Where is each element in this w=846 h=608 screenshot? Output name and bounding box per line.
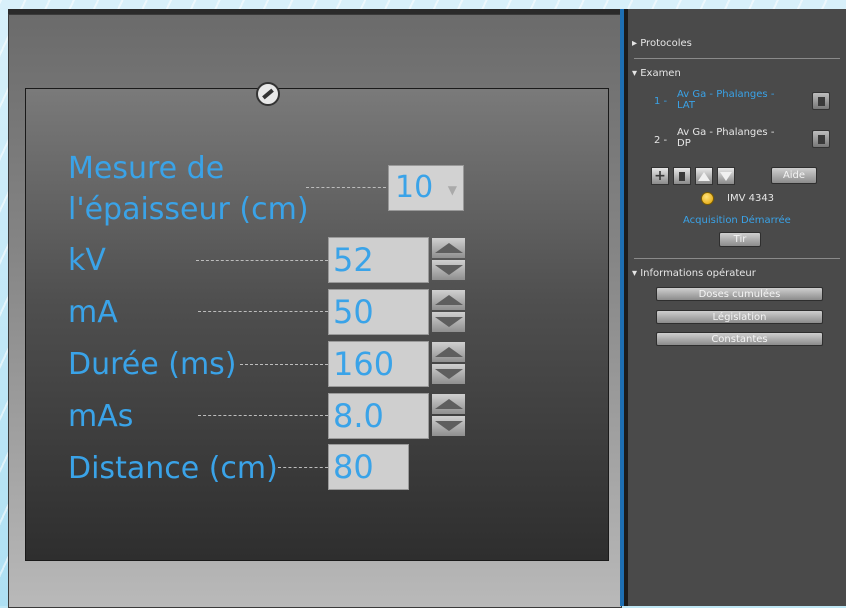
arrow-down-icon[interactable] bbox=[432, 364, 465, 384]
help-button[interactable]: Aide bbox=[771, 167, 817, 184]
exam-index-1: 1 - bbox=[654, 96, 668, 107]
leader-line bbox=[196, 260, 328, 261]
distance-label: Distance (cm) bbox=[68, 451, 278, 486]
leader-line bbox=[278, 467, 328, 468]
chevron-down-icon: ▼ bbox=[447, 183, 457, 197]
trash-glyph bbox=[679, 171, 685, 181]
exam-item-2-line2[interactable]: DP bbox=[677, 138, 691, 149]
arrow-up-icon[interactable] bbox=[432, 290, 465, 310]
kv-value: 52 bbox=[333, 241, 374, 279]
exam-item-1-line2[interactable]: LAT bbox=[677, 100, 695, 111]
fire-button[interactable]: Tir bbox=[719, 232, 761, 247]
duration-stepper[interactable] bbox=[432, 342, 465, 386]
arrow-down-icon[interactable] bbox=[432, 312, 465, 332]
trash-icon[interactable] bbox=[812, 130, 830, 148]
ruler-icon[interactable] bbox=[256, 82, 280, 106]
ma-label: mA bbox=[68, 295, 118, 330]
operator-info-header[interactable]: ▾ Informations opérateur bbox=[632, 268, 756, 279]
mas-field[interactable]: 8.0 bbox=[328, 393, 429, 439]
plus-icon[interactable]: + bbox=[651, 167, 669, 185]
arrow-up-icon[interactable] bbox=[695, 167, 713, 185]
status-indicator bbox=[701, 192, 714, 205]
device-name: IMV 4343 bbox=[727, 193, 775, 204]
distance-value: 80 bbox=[333, 448, 374, 486]
mas-label: mAs bbox=[68, 399, 134, 434]
leader-line bbox=[240, 364, 328, 365]
constants-button[interactable]: Constantes bbox=[656, 332, 823, 346]
arrow-up-icon[interactable] bbox=[432, 394, 465, 414]
leader-line bbox=[306, 187, 386, 188]
exam-index-2: 2 - bbox=[654, 135, 668, 146]
acquisition-status: Acquisition Démarrée bbox=[683, 215, 791, 226]
ma-value: 50 bbox=[333, 293, 374, 331]
trash-icon[interactable] bbox=[673, 167, 691, 185]
kv-stepper[interactable] bbox=[432, 238, 465, 282]
ma-stepper[interactable] bbox=[432, 290, 465, 334]
trash-icon[interactable] bbox=[812, 92, 830, 110]
duration-field[interactable]: 160 bbox=[328, 341, 429, 387]
arrow-up-icon[interactable] bbox=[432, 238, 465, 258]
leader-line bbox=[198, 311, 328, 312]
thickness-label-line2: l'épaisseur (cm) bbox=[68, 192, 309, 227]
thickness-label-line1: Mesure de bbox=[68, 151, 225, 186]
legislation-button[interactable]: Législation bbox=[656, 310, 823, 324]
ma-field[interactable]: 50 bbox=[328, 289, 429, 335]
thickness-value: 10 bbox=[395, 170, 434, 205]
cumulative-doses-button[interactable]: Doses cumulées bbox=[656, 287, 823, 301]
exam-header[interactable]: ▾ Examen bbox=[632, 68, 681, 79]
arrow-up-icon[interactable] bbox=[432, 342, 465, 362]
arrow-down-icon[interactable] bbox=[717, 167, 735, 185]
arrow-up-glyph bbox=[698, 171, 710, 181]
divider bbox=[634, 58, 840, 59]
mas-value: 8.0 bbox=[333, 397, 384, 435]
duration-value: 160 bbox=[333, 345, 395, 383]
exam-item-1-line1[interactable]: Av Ga - Phalanges - bbox=[677, 89, 774, 100]
exam-item-2-line1[interactable]: Av Ga - Phalanges - bbox=[677, 127, 774, 138]
duration-label: Durée (ms) bbox=[68, 347, 237, 382]
mas-stepper[interactable] bbox=[432, 394, 465, 438]
divider bbox=[634, 258, 840, 259]
thickness-select[interactable]: 10 ▼ bbox=[388, 165, 464, 211]
protocols-header[interactable]: ▸ Protocoles bbox=[632, 38, 692, 49]
distance-field[interactable]: 80 bbox=[328, 444, 409, 490]
arrow-down-icon[interactable] bbox=[432, 260, 465, 280]
kv-label: kV bbox=[68, 243, 106, 278]
leader-line bbox=[198, 415, 328, 416]
kv-field[interactable]: 52 bbox=[328, 237, 429, 283]
arrow-down-icon[interactable] bbox=[432, 416, 465, 436]
arrow-down-glyph bbox=[720, 171, 732, 181]
